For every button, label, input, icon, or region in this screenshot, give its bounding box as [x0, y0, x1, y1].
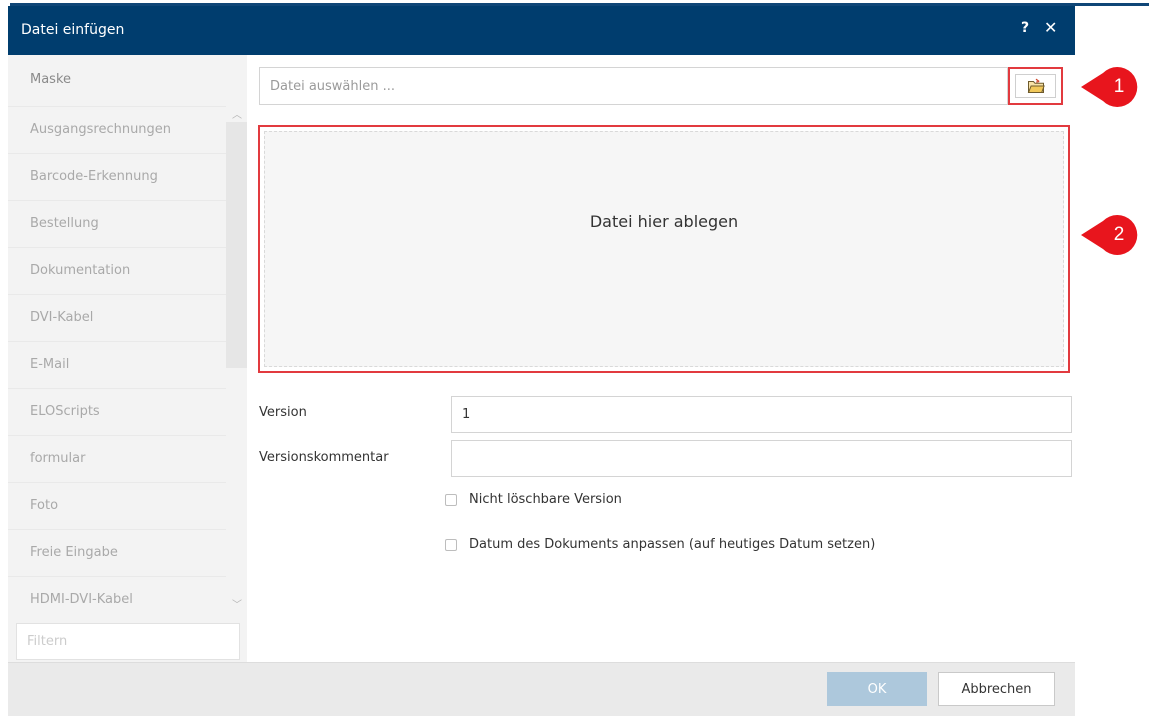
file-path-input[interactable] [259, 67, 1008, 105]
list-item[interactable]: Bestellung [8, 200, 226, 247]
sidebar-header: Maske [30, 72, 72, 87]
list-item[interactable]: Ausgangsrechnungen [8, 106, 226, 153]
version-comment-label: Versionskommentar [259, 450, 389, 465]
chevron-up-icon[interactable]: ︿ [232, 106, 242, 121]
version-field[interactable] [451, 396, 1072, 433]
dialog-titlebar: Datei einfügen ? ✕ [8, 6, 1075, 55]
browse-file-button[interactable] [1008, 67, 1063, 105]
callout-number-2: 2 [1113, 224, 1125, 245]
list-item[interactable]: Dokumentation [8, 247, 226, 294]
ok-button[interactable]: OK [827, 672, 927, 706]
insert-file-dialog: Datei einfügen ? ✕ Maske Ausgangsrechnun… [8, 6, 1075, 716]
adjust-document-date-label: Datum des Dokuments anpassen (auf heutig… [469, 537, 876, 552]
scroll-thumb[interactable] [226, 122, 247, 368]
list-item[interactable]: Foto [8, 482, 226, 529]
version-comment-field[interactable] [451, 440, 1072, 477]
dialog-footer: OK Abbrechen [8, 662, 1075, 716]
dropzone-text: Datei hier ablegen [589, 212, 739, 231]
list-item[interactable]: ELOScripts [8, 388, 226, 435]
main-content: Datei hier ablegen Version Versionskomme… [247, 55, 1075, 662]
browse-button-frame[interactable] [1015, 74, 1056, 98]
close-icon[interactable]: ✕ [1044, 18, 1057, 37]
list-scrollbar[interactable]: ︿ ﹀ [226, 106, 247, 616]
version-label: Version [259, 405, 307, 420]
non-deletable-version-checkbox[interactable] [445, 494, 457, 506]
dropzone-area[interactable]: Datei hier ablegen [264, 131, 1064, 367]
callout-marker-1: 1 [1079, 67, 1143, 107]
folder-open-icon [1027, 78, 1045, 93]
dialog-title: Datei einfügen [21, 22, 125, 38]
filter-input[interactable] [16, 623, 240, 660]
list-item[interactable]: E-Mail [8, 341, 226, 388]
adjust-document-date-checkbox[interactable] [445, 539, 457, 551]
list-item[interactable]: formular [8, 435, 226, 482]
non-deletable-version-label: Nicht löschbare Version [469, 492, 622, 507]
chevron-down-icon[interactable]: ﹀ [232, 596, 242, 611]
mask-list: Ausgangsrechnungen Barcode-Erkennung Bes… [8, 106, 226, 616]
list-item[interactable]: DVI-Kabel [8, 294, 226, 341]
list-item[interactable]: Barcode-Erkennung [8, 153, 226, 200]
callout-number-1: 1 [1113, 76, 1125, 97]
mask-sidebar: Maske Ausgangsrechnungen Barcode-Erkennu… [8, 55, 247, 662]
list-item[interactable]: HDMI-DVI-Kabel [8, 576, 226, 616]
callout-marker-2: 2 [1079, 215, 1143, 255]
cancel-button[interactable]: Abbrechen [938, 672, 1055, 706]
file-dropzone[interactable]: Datei hier ablegen [258, 125, 1070, 373]
help-icon[interactable]: ? [1021, 20, 1029, 36]
list-item[interactable]: Freie Eingabe [8, 529, 226, 576]
